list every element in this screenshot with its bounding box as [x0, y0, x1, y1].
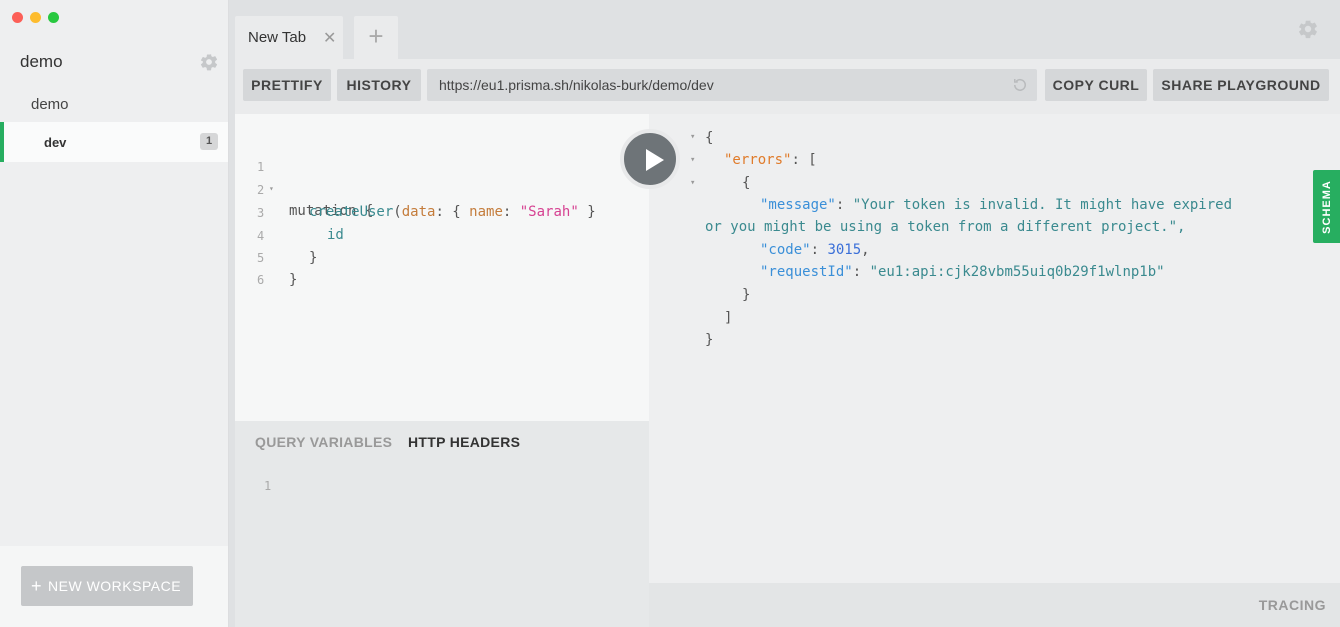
variables-panel: QUERY VARIABLES HTTP HEADERS 1: [235, 421, 649, 627]
tracing-bar[interactable]: TRACING: [649, 583, 1340, 627]
json-number: 3015: [827, 242, 862, 258]
workspace-title: demo: [20, 52, 63, 71]
json-punct: : [: [791, 152, 817, 168]
result-line: or you might be using a token from a dif…: [705, 216, 1185, 238]
schema-tab[interactable]: SCHEMA: [1313, 170, 1340, 243]
line-number: 1: [264, 479, 272, 493]
result-line: ]: [724, 310, 733, 326]
plus-icon: +: [31, 576, 43, 596]
toolbar: PRETTIFY HISTORY COPY CURL SHARE PLAYGRO…: [235, 59, 1340, 114]
minimize-window-button[interactable]: [30, 12, 41, 23]
new-workspace-button[interactable]: + NEW WORKSPACE: [21, 566, 193, 606]
sidebar: demo demo dev 1 + NEW WORKSPACE: [0, 0, 229, 627]
code-token: (: [393, 204, 402, 220]
close-icon[interactable]: ✕: [323, 28, 336, 48]
settings-gear-icon[interactable]: [1297, 18, 1319, 40]
json-string: or you might be using a token from a dif…: [705, 219, 1186, 235]
prettify-button[interactable]: PRETTIFY: [243, 69, 331, 101]
result-line: {: [705, 130, 714, 146]
tab-http-headers[interactable]: HTTP HEADERS: [408, 434, 520, 450]
stage-name: dev: [44, 135, 67, 150]
tab-query-variables[interactable]: QUERY VARIABLES: [255, 434, 392, 450]
main-area: New Tab ✕ + PRETTIFY HISTORY COPY CURL S…: [229, 0, 1340, 627]
json-string: "Your token is invalid. It might have ex…: [852, 197, 1233, 213]
result-line: "code": 3015,: [760, 242, 870, 258]
result-line: }: [742, 287, 751, 303]
tracing-label: TRACING: [1258, 597, 1326, 613]
code-line: 2 createUser(data: { name: "Sarah" }: [235, 157, 596, 220]
json-string: "eu1:api:cjk28vbm55uiq0b29f1wlnp1b": [869, 264, 1165, 280]
result-line: }: [705, 332, 714, 348]
window-controls: [12, 12, 59, 23]
code-token: name: [469, 204, 503, 220]
result-line: "requestId": "eu1:api:cjk28vbm55uiq0b29f…: [760, 264, 1165, 280]
code-token: id: [327, 227, 344, 243]
execute-query-button[interactable]: [620, 129, 680, 189]
sidebar-item-dev[interactable]: dev 1: [0, 122, 228, 162]
project-title: demo: [31, 96, 69, 113]
code-line: 6: [235, 247, 286, 287]
code-line: 4 }: [235, 203, 317, 266]
json-key: "code": [760, 242, 811, 258]
fold-arrow-icon[interactable]: ▾: [690, 155, 695, 165]
json-key: "errors": [724, 152, 792, 168]
tab-label: New Tab: [248, 29, 307, 46]
code-token: createUser: [309, 204, 394, 220]
json-key: "requestId": [760, 264, 853, 280]
reload-icon[interactable]: [1011, 76, 1029, 94]
schema-tab-label: SCHEMA: [1320, 179, 1333, 234]
fold-arrow-icon[interactable]: ▾: [690, 132, 695, 142]
share-playground-button[interactable]: SHARE PLAYGROUND: [1153, 69, 1329, 101]
line-number: 6: [257, 273, 265, 287]
copy-curl-button[interactable]: COPY CURL: [1045, 69, 1147, 101]
fold-arrow-icon[interactable]: ▾: [690, 178, 695, 188]
code-line: 3 id: [235, 180, 344, 243]
code-token: }: [578, 204, 596, 220]
add-tab-button[interactable]: +: [354, 16, 398, 59]
result-pane: ▾ { ▾ "errors": [ ▾ { "message": "Your t…: [649, 114, 1340, 583]
result-line: "errors": [: [724, 149, 817, 171]
sidebar-footer: + NEW WORKSPACE: [0, 546, 228, 627]
code-token: data: [401, 204, 436, 220]
code-token: }: [289, 272, 298, 288]
endpoint-url-input[interactable]: [427, 69, 1037, 101]
json-key: "message": [760, 197, 836, 213]
result-line: "message": "Your token is invalid. It mi…: [760, 197, 1233, 213]
new-workspace-label: NEW WORKSPACE: [48, 578, 182, 594]
stage-count-badge: 1: [200, 133, 218, 150]
zoom-window-button[interactable]: [48, 12, 59, 23]
gear-icon[interactable]: [199, 52, 219, 72]
play-icon: [646, 149, 664, 171]
close-window-button[interactable]: [12, 12, 23, 23]
code-token: "Sarah": [519, 204, 579, 220]
query-editor[interactable]: 1 ▾ mutation { 2 createUser(data: { name…: [235, 114, 649, 421]
code-token: :: [502, 204, 520, 220]
tab-new-tab[interactable]: New Tab ✕: [235, 16, 343, 59]
history-button[interactable]: HISTORY: [337, 69, 421, 101]
result-line: {: [742, 175, 751, 191]
code-token: : {: [435, 204, 470, 220]
code-token: }: [309, 250, 318, 266]
code-line: 1 ▾ mutation {: [235, 134, 373, 219]
code-line: 5 }: [235, 225, 297, 288]
